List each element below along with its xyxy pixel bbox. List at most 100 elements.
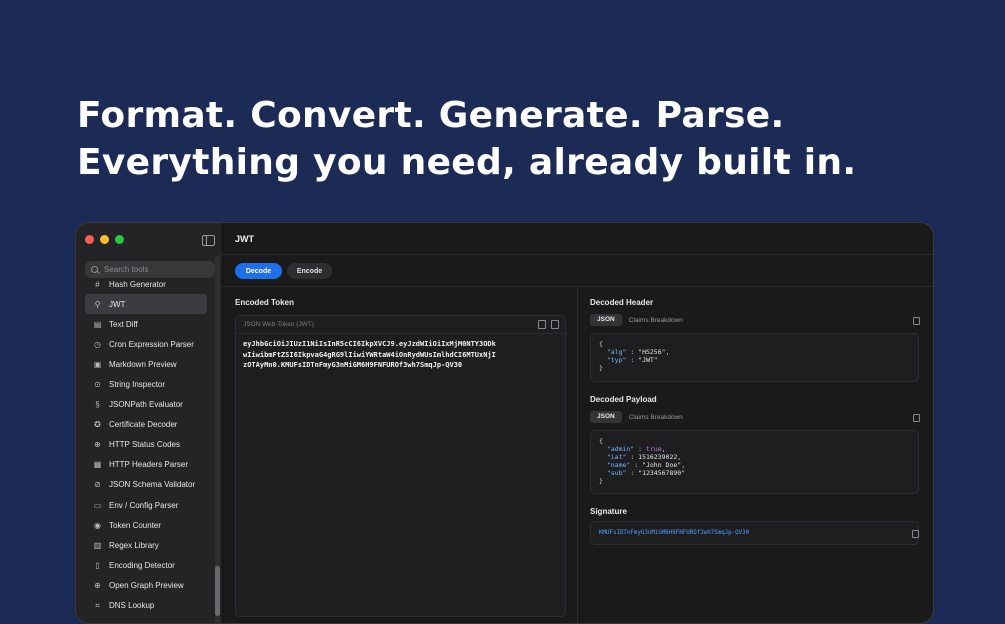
decoded-header-title: Decoded Header [590,298,654,307]
json-key: "sub" [606,469,627,477]
copy-signature-icon[interactable] [912,530,919,538]
payload-claims-tab[interactable]: Claims Breakdown [629,414,683,421]
sidebar-toggle-icon[interactable] [202,235,215,246]
sidebar-item-label: JSON Schema Validator [109,480,196,490]
sidebar-item-certificate-decoder[interactable]: ✪ Certificate Decoder [85,415,207,435]
sidebar-item-http-headers-parser[interactable]: ▦ HTTP Headers Parser [85,455,207,475]
json-line: "sub" : "1234567890" [606,469,686,477]
json-line: "iat" : 1516239022, [606,453,682,461]
sidebar-item-regex-library[interactable]: ▥ Regex Library [85,535,207,555]
key-icon: ⚲ [94,299,101,309]
sidebar-item-token-counter[interactable]: ◉ Token Counter [85,515,207,535]
json-brace-close: } [599,477,603,485]
search-input[interactable]: Search tools [85,261,215,278]
trash-icon[interactable] [551,320,559,329]
sidebar-item-label: Open Graph Preview [109,580,184,590]
sidebar-item-dns-lookup[interactable]: ⌗ DNS Lookup [85,596,207,616]
json-key: "name" [606,461,631,469]
sidebar-item-label: HTTP Headers Parser [109,460,188,470]
json-key: "alg" [606,348,627,356]
decode-tab[interactable]: Decode [235,263,282,279]
json-line: "name" : "John Doe", [606,461,686,469]
sidebar-item-jsonpath-evaluator[interactable]: § JSONPath Evaluator [85,395,207,415]
signature-field[interactable]: KMUFsIDTnFmyG3nMiGM6H9FNFUROf3wh7SmqJp-Q… [590,521,919,545]
json-key: "typ" [606,356,627,364]
clock-icon: ◷ [94,339,101,349]
document-icon: ▤ [93,319,102,329]
headline-line-2: Everything you need, already built in. [77,142,857,183]
magnifier-icon: ⊙ [94,379,101,389]
payload-view-tabs: JSON Claims Breakdown [590,411,683,423]
globe-icon: ⊕ [94,580,101,590]
sidebar: # Hash Generator ⚲ JWT ▤ Text Diff ◷ Cron Expre… [76,223,223,623]
json-value: 1516239022 [638,453,678,461]
config-icon: ▭ [93,500,102,510]
check-shield-icon: ⊘ [94,480,101,490]
payload-json-tab[interactable]: JSON [590,411,622,423]
encode-tab[interactable]: Encode [287,263,332,279]
token-text[interactable]: eyJhbGciOiJIUzI1NiIsInR5cCI6IkpXVCJ9.eyJ… [236,334,565,376]
sidebar-item-label: Markdown Preview [109,359,177,369]
json-key: "iat" [606,453,627,461]
counter-icon: ◉ [94,520,101,530]
copy-header-icon[interactable] [913,317,920,325]
header-json-view[interactable]: { "alg" : "HS256", "typ" : "JWT"} [590,333,919,382]
signature-value: KMUFsIDTnFmyG3nMiGM6H9FNFUROf3wh7SmqJp-Q… [599,530,750,536]
page-title: JWT [235,234,254,244]
sidebar-item-open-graph-preview[interactable]: ⊕ Open Graph Preview [85,575,207,595]
sidebar-item-json-schema-validator[interactable]: ⊘ JSON Schema Validator [85,475,207,495]
sidebar-item-label: JSONPath Evaluator [109,400,183,410]
encoded-token-editor[interactable]: JSON Web Token (JWT) eyJhbGciOiJIUzI1NiI… [235,315,566,617]
sidebar-item-label: Regex Library [109,540,159,550]
sidebar-item-cron-expression-parser[interactable]: ◷ Cron Expression Parser [85,334,207,354]
json-value: "JWT" [638,356,658,364]
sidebar-item-markdown-preview[interactable]: ▣ Markdown Preview [85,354,207,374]
sidebar-item-http-status-codes[interactable]: ⊕ HTTP Status Codes [85,435,207,455]
hero-headline: Format. Convert. Generate. Parse. Everyt… [77,92,856,186]
token-line: zOTAyMn0.KMUFsIDTnFmyG3nMiGM6H9FNFUROf3w… [243,361,463,369]
sidebar-item-label: Env / Config Parser [109,500,179,510]
sidebar-item-string-inspector[interactable]: ⊙ String Inspector [85,374,207,394]
minimize-window-button[interactable] [100,235,109,244]
sidebar-item-label: Token Counter [109,520,162,530]
zoom-window-button[interactable] [115,235,124,244]
token-line: eyJhbGciOiJIUzI1NiIsInR5cCI6IkpXVCJ9.eyJ… [243,340,496,348]
certificate-icon: ✪ [94,420,101,430]
sidebar-item-label: HTTP Status Codes [109,440,180,450]
header-claims-tab[interactable]: Claims Breakdown [629,317,683,324]
headline-line-1: Format. Convert. Generate. Parse. [77,95,785,136]
payload-json-view[interactable]: { "admin" : true, "iat" : 1516239022, "n… [590,430,919,494]
json-key: "admin" [606,445,635,453]
sidebar-item-label: Text Diff [109,319,138,329]
editor-header: JSON Web Token (JWT) [236,316,565,334]
markdown-icon: ▣ [93,359,102,369]
copy-payload-icon[interactable] [913,414,920,422]
json-brace-open: { [599,340,603,348]
network-icon: ⌗ [95,601,100,610]
tool-list: # Hash Generator ⚲ JWT ▤ Text Diff ◷ Cron Expre… [85,274,207,616]
sidebar-scrollbar[interactable] [215,256,220,623]
title-divider [222,254,933,255]
sidebar-item-encoding-detector[interactable]: ▯ Encoding Detector [85,555,207,575]
copy-icon[interactable] [538,320,546,329]
sidebar-item-env-config-parser[interactable]: ▭ Env / Config Parser [85,495,207,515]
close-window-button[interactable] [85,235,94,244]
json-line: "admin" : true, [606,445,666,453]
pane-divider[interactable] [577,287,578,623]
sidebar-item-jwt[interactable]: ⚲ JWT [85,294,207,315]
main-panel: JWT Decode Encode Encoded Token JSON Web… [222,223,933,623]
library-icon: ▥ [93,540,102,550]
traffic-lights [85,235,124,244]
json-line: "alg" : "HS256", [606,348,670,356]
globe-icon: ⊕ [94,440,101,450]
sidebar-item-label: String Inspector [109,379,166,389]
scrollbar-thumb[interactable] [215,566,220,616]
file-icon: ▯ [95,560,100,570]
sidebar-item-text-diff[interactable]: ▤ Text Diff [85,314,207,334]
header-json-tab[interactable]: JSON [590,314,622,326]
signature-title: Signature [590,507,627,516]
decoded-payload-title: Decoded Payload [590,395,657,404]
json-value: true [645,445,662,453]
app-window: # Hash Generator ⚲ JWT ▤ Text Diff ◷ Cron Expre… [75,222,934,624]
search-placeholder: Search tools [104,265,149,274]
